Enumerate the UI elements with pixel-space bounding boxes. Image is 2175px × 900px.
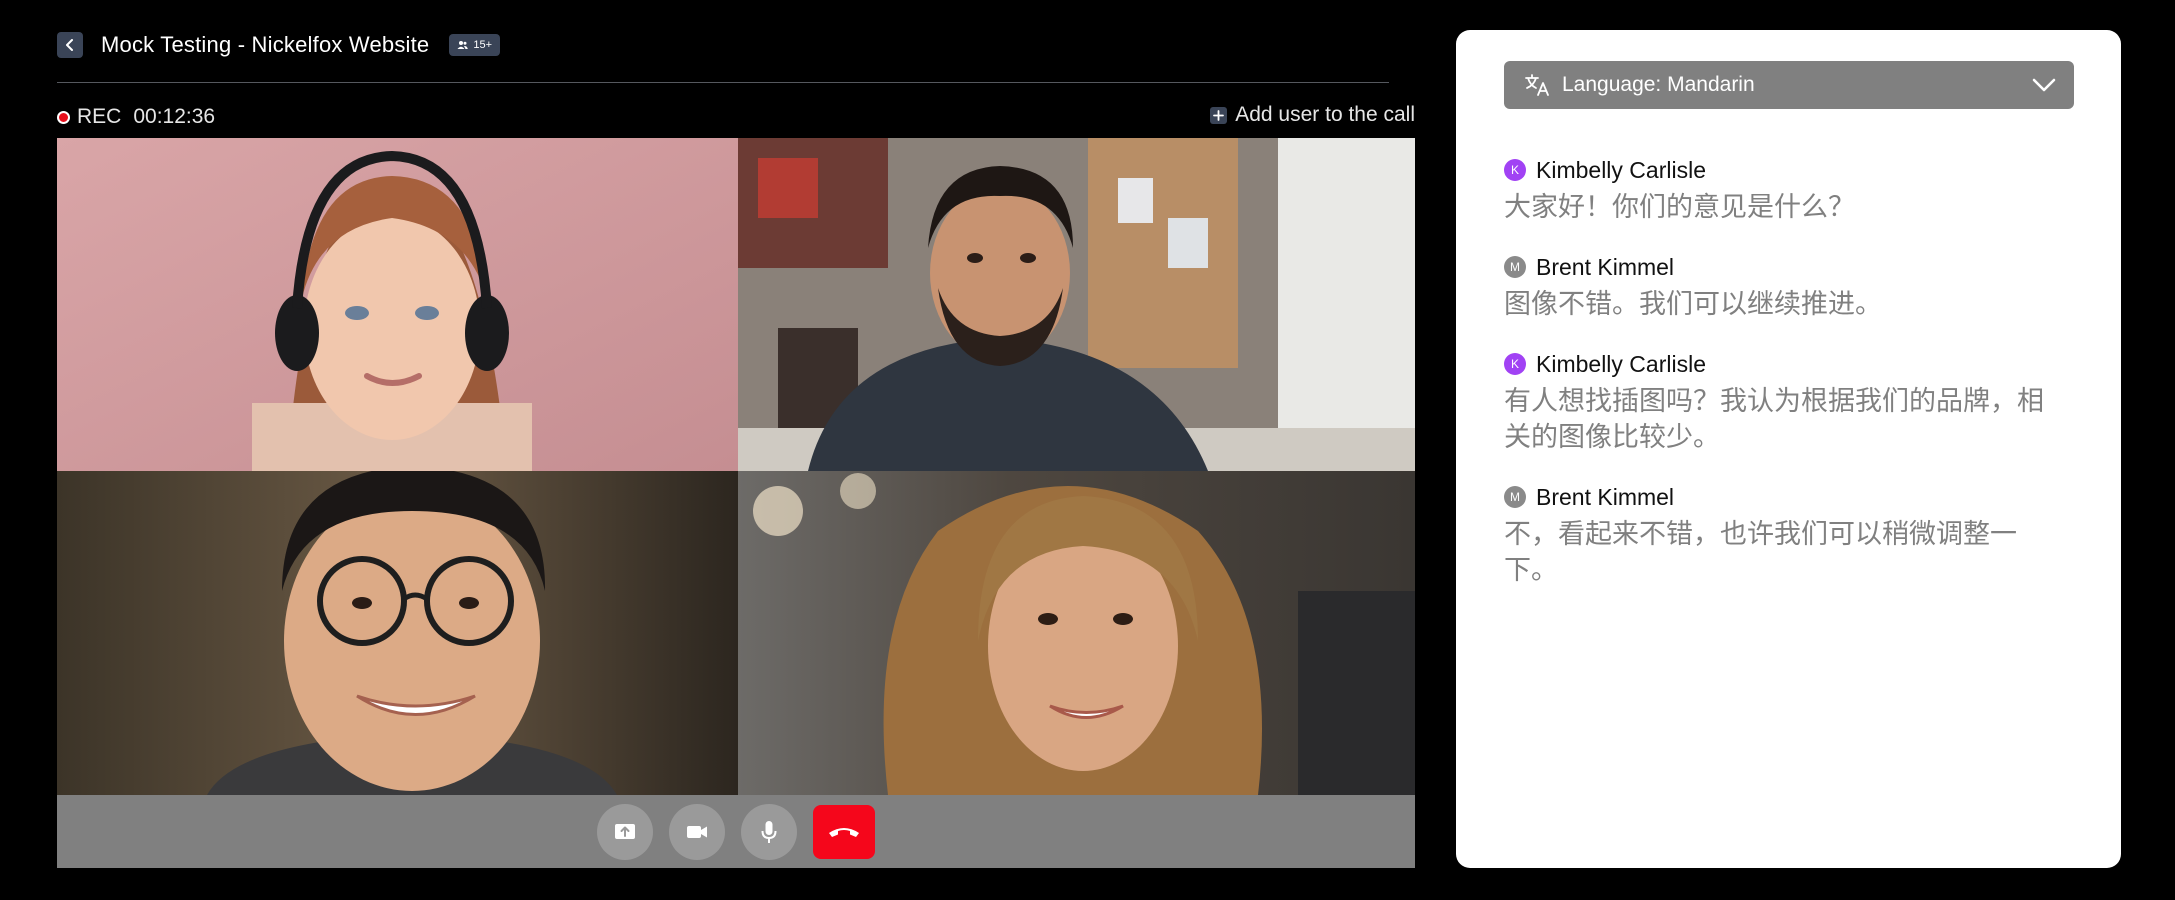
transcript-panel: Language: Mandarin K Kimbelly Carlisle 大…: [1456, 30, 2121, 868]
message-text: 有人想找插图吗？我认为根据我们的品牌，相关的图像比较少。: [1504, 386, 2044, 453]
translate-icon: [1525, 74, 1549, 96]
participants-count: 15+: [473, 39, 493, 51]
language-select[interactable]: Language: Mandarin: [1504, 61, 2074, 109]
avatar: M: [1504, 486, 1526, 508]
call-header: Mock Testing - Nickelfox Website 15+: [57, 30, 501, 60]
transcript-message: K Kimbelly Carlisle 有人想找插图吗？我认为根据我们的品牌，相…: [1504, 348, 2044, 456]
chevron-left-icon: [66, 39, 73, 51]
add-user-label: Add user to the call: [1235, 103, 1415, 126]
message-sender: Kimbelly Carlisle: [1536, 350, 1706, 377]
share-screen-button[interactable]: [597, 803, 653, 860]
share-screen-icon: [615, 823, 635, 839]
participant-video: [57, 471, 738, 795]
rec-label: REC: [77, 105, 122, 128]
participant-video: [57, 138, 738, 471]
video-tile-participant-4[interactable]: [738, 471, 1415, 795]
transcript-message: M Brent Kimmel 不，看起来不错，也许我们可以稍微调整一下。: [1504, 481, 2044, 589]
video-tile-participant-3[interactable]: [57, 471, 738, 795]
video-camera-icon: [687, 825, 707, 838]
message-sender: Brent Kimmel: [1536, 253, 1675, 280]
participants-badge[interactable]: 15+: [449, 34, 501, 56]
transcript-message: K Kimbelly Carlisle 大家好！你们的意见是什么？: [1504, 154, 2044, 226]
transcript-message: M Brent Kimmel 图像不错。我们可以继续推进。: [1504, 251, 2044, 323]
avatar: K: [1504, 159, 1526, 181]
message-text: 图像不错。我们可以继续推进。: [1504, 289, 1882, 320]
transcript-messages: K Kimbelly Carlisle 大家好！你们的意见是什么？ M Bren…: [1504, 154, 2044, 614]
back-button[interactable]: [57, 32, 83, 58]
users-icon: [457, 41, 469, 49]
chevron-down-icon: [2032, 78, 2056, 92]
end-call-icon: [829, 827, 859, 837]
add-user-button[interactable]: Add user to the call: [1210, 102, 1415, 128]
microphone-icon: [761, 820, 777, 843]
message-text: 不，看起来不错，也许我们可以稍微调整一下。: [1504, 519, 2017, 586]
header-divider: [57, 82, 1389, 83]
language-label: Language: Mandarin: [1562, 73, 1755, 96]
video-tile-participant-1[interactable]: [57, 138, 738, 471]
participant-video: [738, 138, 1415, 471]
avatar: K: [1504, 353, 1526, 375]
microphone-button[interactable]: [741, 803, 797, 860]
message-sender: Kimbelly Carlisle: [1536, 156, 1706, 183]
recording-indicator: REC 00:12:36: [57, 104, 215, 130]
page-title: Mock Testing - Nickelfox Website: [101, 32, 430, 57]
message-text: 大家好！你们的意见是什么？: [1504, 192, 1855, 223]
video-toggle-button[interactable]: [669, 803, 725, 860]
call-controls: [57, 795, 1415, 868]
plus-icon: [1210, 106, 1228, 124]
message-sender: Brent Kimmel: [1536, 483, 1675, 510]
video-tile-participant-2[interactable]: [738, 138, 1415, 471]
rec-time: 00:12:36: [133, 105, 216, 128]
video-grid: [57, 138, 1415, 795]
call-area: Mock Testing - Nickelfox Website 15+ REC…: [57, 0, 1415, 900]
participant-video: [738, 471, 1415, 795]
record-dot-icon: [57, 110, 70, 124]
end-call-button[interactable]: [813, 804, 875, 859]
avatar: M: [1504, 256, 1526, 278]
